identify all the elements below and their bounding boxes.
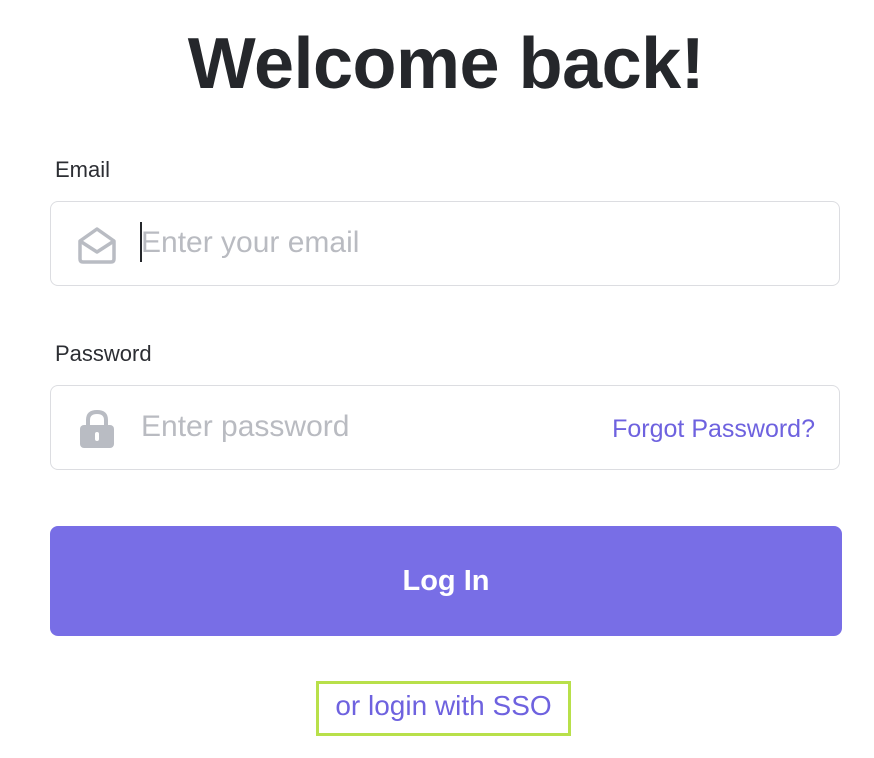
page-title: Welcome back! (187, 24, 705, 104)
password-label: Password (55, 341, 152, 366)
password-field-container[interactable]: Forgot Password? (50, 385, 840, 470)
password-input[interactable] (141, 386, 571, 468)
lock-icon (80, 409, 114, 448)
login-button[interactable]: Log In (50, 526, 842, 636)
email-label: Email (55, 157, 111, 182)
email-field-container[interactable] (50, 201, 840, 286)
sso-login-link[interactable]: or login with SSO (316, 681, 571, 736)
envelope-open-icon (78, 227, 116, 264)
forgot-password-link[interactable]: Forgot Password? (612, 414, 815, 444)
text-caret (140, 222, 142, 262)
email-input[interactable] (141, 202, 801, 284)
